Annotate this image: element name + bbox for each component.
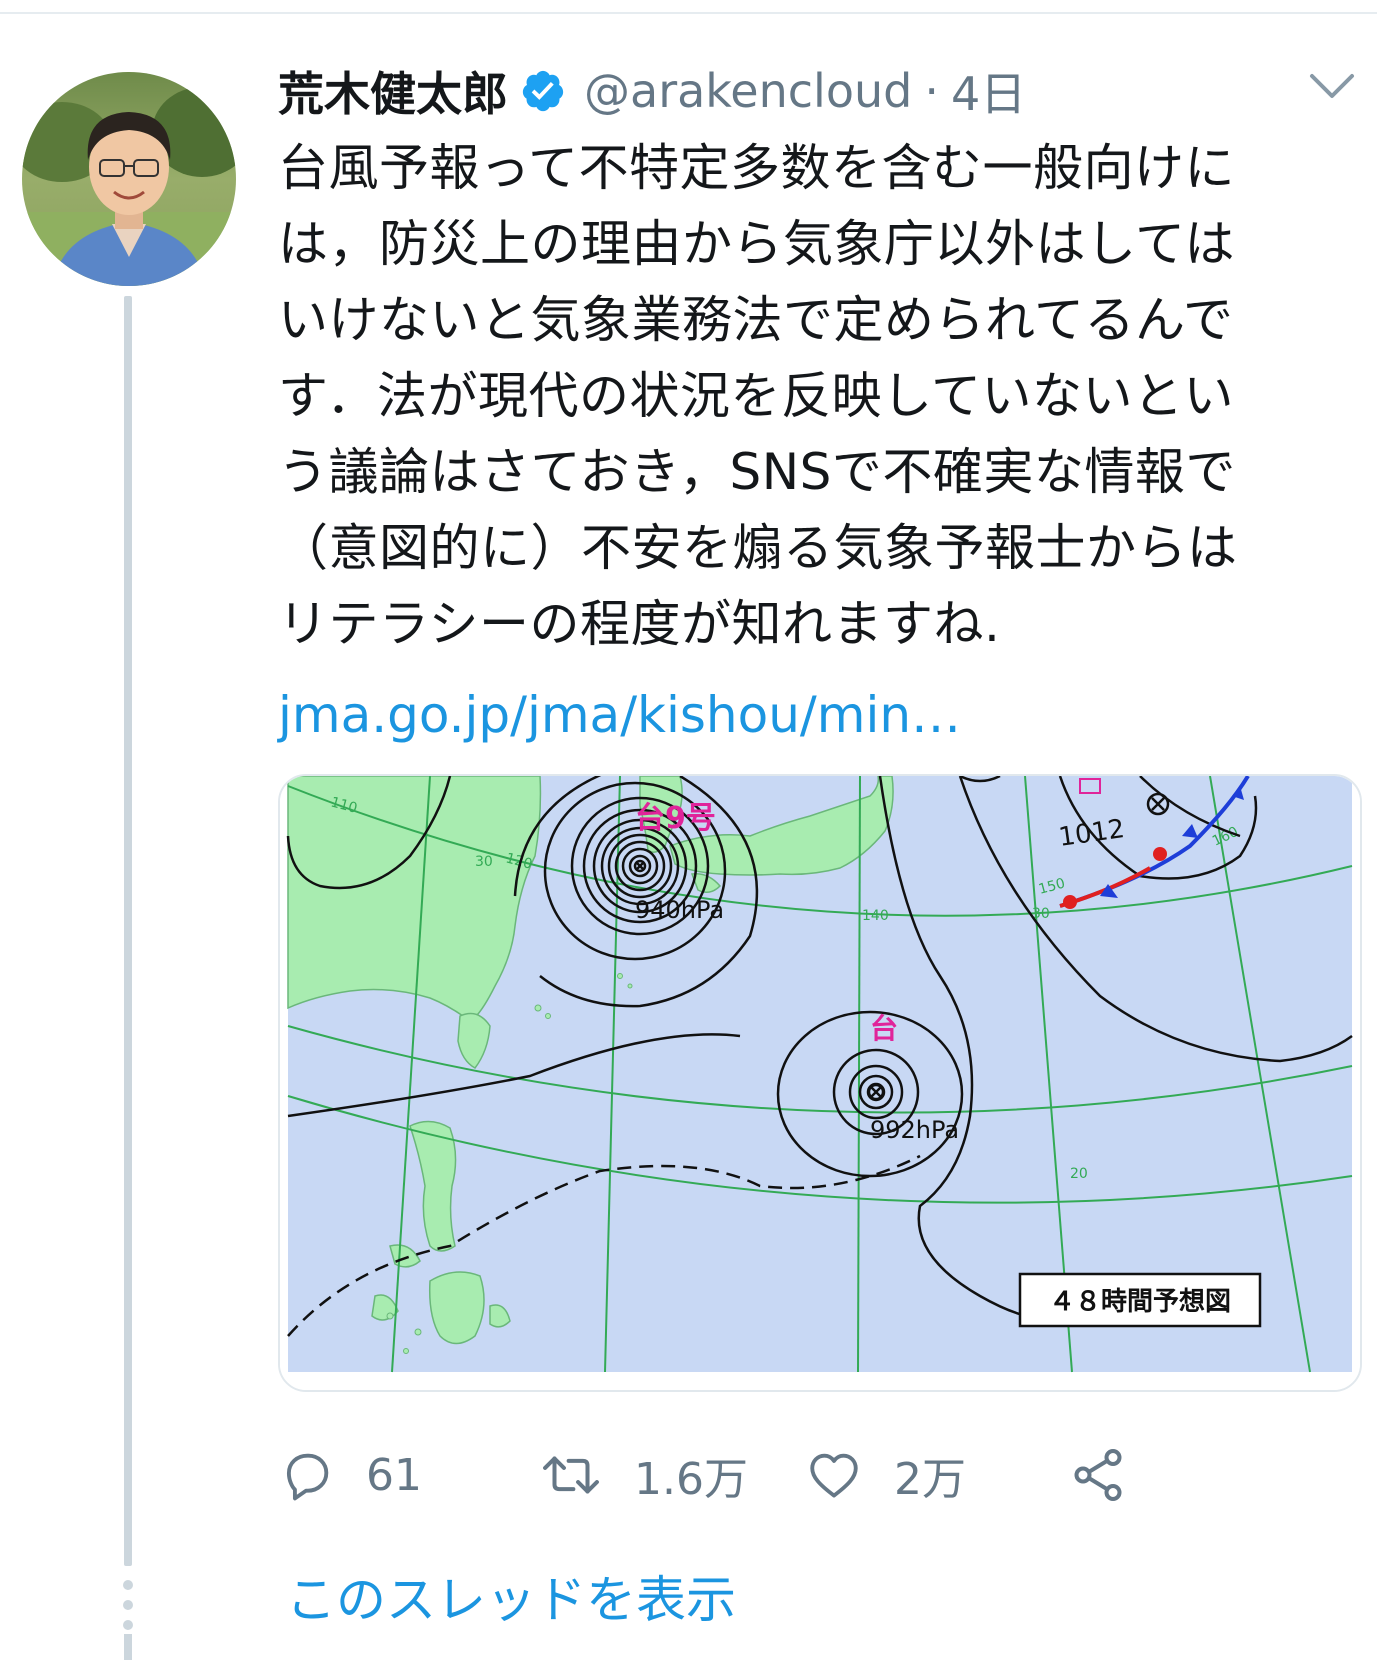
tweet-header: 荒木健太郎 @arakencloud · 4日 xyxy=(278,58,1026,124)
typhoon9-label: 台9号 xyxy=(635,801,716,836)
forecast-label-box: ４８時間予想図 xyxy=(1018,1272,1262,1328)
avatar[interactable] xyxy=(22,72,236,286)
weather-map-image: 110 120 30 140 150 160 30 20 台9号 940hPa … xyxy=(280,776,1360,1390)
retweet-icon xyxy=(543,1456,599,1494)
share-icon xyxy=(1074,1449,1122,1501)
typhoon9-pressure: 940hPa xyxy=(635,896,724,924)
avatar-photo xyxy=(22,72,236,286)
tweet-actions: 61 1.6万 2万 xyxy=(278,1430,1278,1520)
thread-line xyxy=(124,1634,132,1660)
separator: · xyxy=(924,64,939,118)
lon-label: 140 xyxy=(862,908,889,924)
show-thread-link[interactable]: このスレッドを表示 xyxy=(286,1560,736,1632)
forecast-label: ４８時間予想図 xyxy=(1049,1287,1231,1317)
tweet-text-line: う議論はさておき，SNSで不確実な情報で xyxy=(278,443,1236,501)
like-button[interactable]: 2万 xyxy=(804,1430,966,1520)
tweet-text: 台風予報って不特定多数を含む一般向けに は，防災上の理由から気象庁以外はしては … xyxy=(278,130,1368,662)
tweet-link[interactable]: jma.go.jp/jma/kishou/min… xyxy=(278,680,961,750)
reply-count: 61 xyxy=(366,1449,422,1501)
heart-icon xyxy=(810,1453,858,1498)
retweet-count: 1.6万 xyxy=(634,1454,748,1505)
retweet-button[interactable]: 1.6万 xyxy=(538,1430,748,1520)
like-count: 2万 xyxy=(894,1454,966,1505)
tweet-page: 荒木健太郎 @arakencloud · 4日 台風予報って不特定多数を含む一般… xyxy=(0,0,1377,1660)
tweet-text-line: す．法が現代の状況を反映していないとい xyxy=(278,367,1234,425)
reply-button[interactable]: 61 xyxy=(278,1430,422,1520)
display-name[interactable]: 荒木健太郎 xyxy=(278,58,508,124)
typhoon2-label: 台 xyxy=(870,1012,898,1045)
media-card[interactable]: 110 120 30 140 150 160 30 20 台9号 940hPa … xyxy=(278,774,1362,1392)
lat-label: 30 xyxy=(475,854,493,870)
share-button[interactable] xyxy=(1068,1430,1128,1520)
typhoon2-pressure: 992hPa xyxy=(870,1116,959,1144)
thread-dot xyxy=(123,1600,133,1610)
verified-badge-icon xyxy=(520,68,566,114)
divider xyxy=(0,12,1377,14)
lat-label: 20 xyxy=(1070,1166,1088,1182)
tweet-text-line: は，防災上の理由から気象庁以外はしては xyxy=(278,215,1235,273)
thread-dot xyxy=(123,1580,133,1590)
tweet-text-line: いけないと気象業務法で定められてるんで xyxy=(278,291,1234,349)
reply-icon xyxy=(286,1453,329,1501)
timestamp[interactable]: 4日 xyxy=(951,58,1026,124)
tweet-text-line: （意図的に）不安を煽る気象予報士からは xyxy=(278,519,1238,577)
tweet-text-line: リテラシーの程度が知れますね. xyxy=(278,595,1001,653)
tweet-text-line: 台風予報って不特定多数を含む一般向けに xyxy=(278,139,1235,197)
user-handle[interactable]: @arakencloud xyxy=(584,64,912,118)
chevron-down-icon[interactable] xyxy=(1308,70,1356,102)
thread-dot xyxy=(123,1620,133,1630)
thread-line xyxy=(124,296,132,1566)
